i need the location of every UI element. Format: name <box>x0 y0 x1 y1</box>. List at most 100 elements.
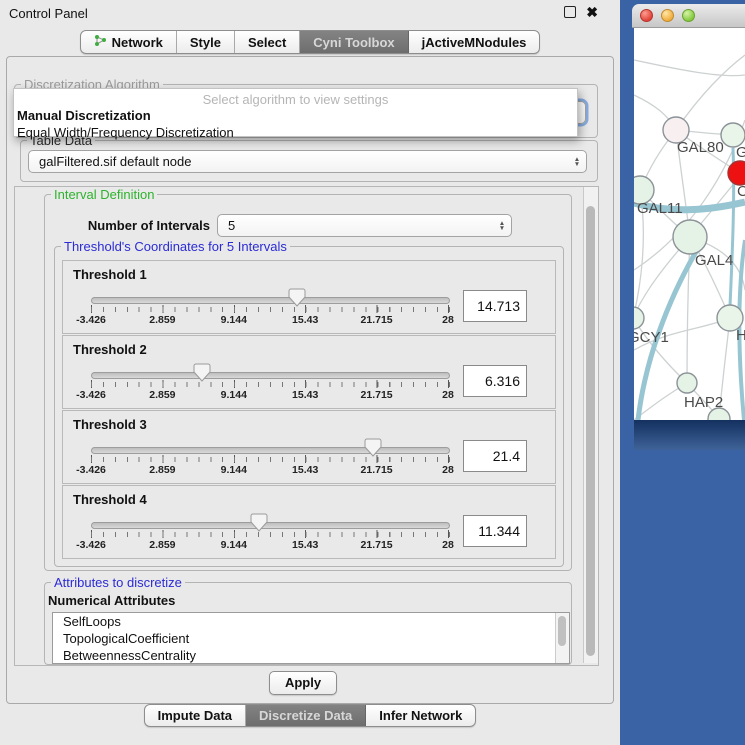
tab-jactivemnodules[interactable]: jActiveMNodules <box>409 31 540 53</box>
threshold-box-1: Threshold 1 14.713 -3.426 2.859 9.144 15.43… <box>62 260 556 334</box>
slider-minor-ticks <box>91 532 450 537</box>
app-root: Control Panel ✖ Network Style Select Cyni T… <box>0 0 745 745</box>
tick-label: 28 <box>442 389 454 401</box>
tab-network[interactable]: Network <box>81 31 177 53</box>
tick-label: 2.859 <box>149 464 175 476</box>
tick-label: 28 <box>442 464 454 476</box>
tab-label: Network <box>112 35 163 50</box>
number-of-intervals-combobox[interactable]: 5 ▲▼ <box>217 214 512 237</box>
slider-track[interactable] <box>91 372 450 379</box>
tick-label: 9.144 <box>221 389 247 401</box>
threshold-box-3: Threshold 3 21.4 -3.426 2.859 9.144 15.43 21… <box>62 410 556 484</box>
tick-label: 21.715 <box>361 314 393 326</box>
tab-label: Infer Network <box>379 708 462 723</box>
tab-label: Style <box>190 35 221 50</box>
float-window-icon[interactable] <box>564 6 576 18</box>
network-canvas[interactable]: GAL80GALCGAL11GAL4GCY1HHAP2 <box>634 28 745 420</box>
threshold-value-field[interactable]: 11.344 <box>463 515 527 547</box>
tab-style[interactable]: Style <box>177 31 235 53</box>
node-label: GCY1 <box>634 329 669 346</box>
tab-label: Cyni Toolbox <box>313 35 394 50</box>
tick-label: 2.859 <box>149 389 175 401</box>
slider-track[interactable] <box>91 522 450 529</box>
node-label: H <box>736 327 745 344</box>
table-data-combobox[interactable]: galFiltered.sif default node ▲▼ <box>28 150 587 173</box>
attribute-item-selfloops[interactable]: SelfLoops <box>53 613 569 630</box>
vertical-scrollbar[interactable] <box>583 187 598 663</box>
tick-label: 9.144 <box>221 464 247 476</box>
node-label: GAL4 <box>695 252 733 269</box>
scrollbar-thumb[interactable] <box>586 206 595 656</box>
tick-label: -3.426 <box>76 314 106 326</box>
list-scrollbar[interactable] <box>555 613 569 663</box>
network-view-window: GAL80GALCGAL11GAL4GCY1HHAP2 <box>632 4 745 450</box>
minimize-traffic-light-icon[interactable] <box>661 9 674 22</box>
algorithm-option-manual-discretization[interactable]: Manual Discretization <box>14 107 577 124</box>
tick-label: -3.426 <box>76 389 106 401</box>
tab-infer-network[interactable]: Infer Network <box>366 705 475 726</box>
numerical-attributes-label: Numerical Attributes <box>48 593 175 608</box>
zoom-traffic-light-icon[interactable] <box>682 9 695 22</box>
network-node-gal4[interactable] <box>673 220 707 254</box>
node-label: GAL80 <box>677 139 724 156</box>
top-tabbar: Network Style Select Cyni Toolbox jActiveMNo… <box>0 30 620 54</box>
close-icon[interactable]: ✖ <box>586 6 598 18</box>
control-panel-titlebar: Control Panel ✖ <box>0 0 620 26</box>
tick-label: 21.715 <box>361 389 393 401</box>
tab-label: Select <box>248 35 286 50</box>
tick-label: 21.715 <box>361 464 393 476</box>
tick-label: 21.715 <box>361 539 393 551</box>
algorithm-option-equal-width-frequency-discretization[interactable]: Equal Width/Frequency Discretization <box>14 124 577 141</box>
network-graph[interactable]: GAL80GALCGAL11GAL4GCY1HHAP2 <box>634 28 745 420</box>
attribute-item-topologicalcoefficient[interactable]: TopologicalCoefficient <box>53 630 569 647</box>
network-node-c[interactable] <box>728 161 745 185</box>
spinner-arrows-icon: ▲▼ <box>493 221 511 231</box>
apply-button[interactable]: Apply <box>269 671 337 695</box>
attribute-item-betweennesscentrality[interactable]: BetweennessCentrality <box>53 647 569 664</box>
tick-label: 28 <box>442 539 454 551</box>
numerical-attributes-list[interactable]: SelfLoopsTopologicalCoefficientBetweenne… <box>52 612 570 664</box>
threshold-label: Threshold 1 <box>73 267 147 282</box>
tick-label: 15.43 <box>292 539 318 551</box>
network-window-titlebar <box>632 4 745 28</box>
interval-definition-title: Interval Definition <box>51 187 157 202</box>
tick-label: 15.43 <box>292 464 318 476</box>
threshold-value-field[interactable]: 21.4 <box>463 440 527 472</box>
tick-label: -3.426 <box>76 464 106 476</box>
network-node-hap2[interactable] <box>677 373 697 393</box>
bottom-tabbar: Impute Data Discretize Data Infer Network <box>0 704 620 727</box>
threshold-box-4: Threshold 4 11.344 -3.4262.8599.14415.43… <box>62 485 556 559</box>
slider-minor-ticks <box>91 457 450 462</box>
node-label: GAL11 <box>637 200 683 217</box>
panel-title: Control Panel <box>9 6 88 21</box>
tick-label: 9.144 <box>221 314 247 326</box>
spinner-arrows-icon: ▲▼ <box>568 157 586 167</box>
algorithm-dropdown-popup: Select algorithm to view settings Manual… <box>13 88 578 137</box>
threshold-label: Threshold 2 <box>73 342 147 357</box>
tick-label: 15.43 <box>292 314 318 326</box>
tab-impute-data[interactable]: Impute Data <box>145 705 246 726</box>
scrollbar-thumb[interactable] <box>558 616 566 646</box>
tick-label: 15.43 <box>292 389 318 401</box>
slider-track[interactable] <box>91 297 450 304</box>
threshold-value-field[interactable]: 14.713 <box>463 290 527 322</box>
node-label: GAL <box>736 144 745 161</box>
tab-cyni-toolbox[interactable]: Cyni Toolbox <box>300 31 408 53</box>
tab-label: Impute Data <box>158 708 232 723</box>
tab-discretize-data[interactable]: Discretize Data <box>246 705 366 726</box>
node-label: C <box>737 183 745 200</box>
tick-label: -3.426 <box>76 539 106 551</box>
tick-label: 9.144 <box>221 539 247 551</box>
network-node-gcy1[interactable] <box>634 307 644 329</box>
slider-track[interactable] <box>91 447 450 454</box>
close-traffic-light-icon[interactable] <box>640 9 653 22</box>
tick-label: 2.859 <box>149 539 175 551</box>
attributes-title: Attributes to discretize <box>51 575 185 590</box>
threshold-label: Threshold 3 <box>73 417 147 432</box>
tab-select[interactable]: Select <box>235 31 300 53</box>
tick-label: 2.859 <box>149 314 175 326</box>
tab-label: jActiveMNodules <box>422 35 527 50</box>
threshold-value-field[interactable]: 6.316 <box>463 365 527 397</box>
thresholds-title: Threshold's Coordinates for 5 Intervals <box>61 239 290 254</box>
tab-label: Discretize Data <box>259 708 352 723</box>
